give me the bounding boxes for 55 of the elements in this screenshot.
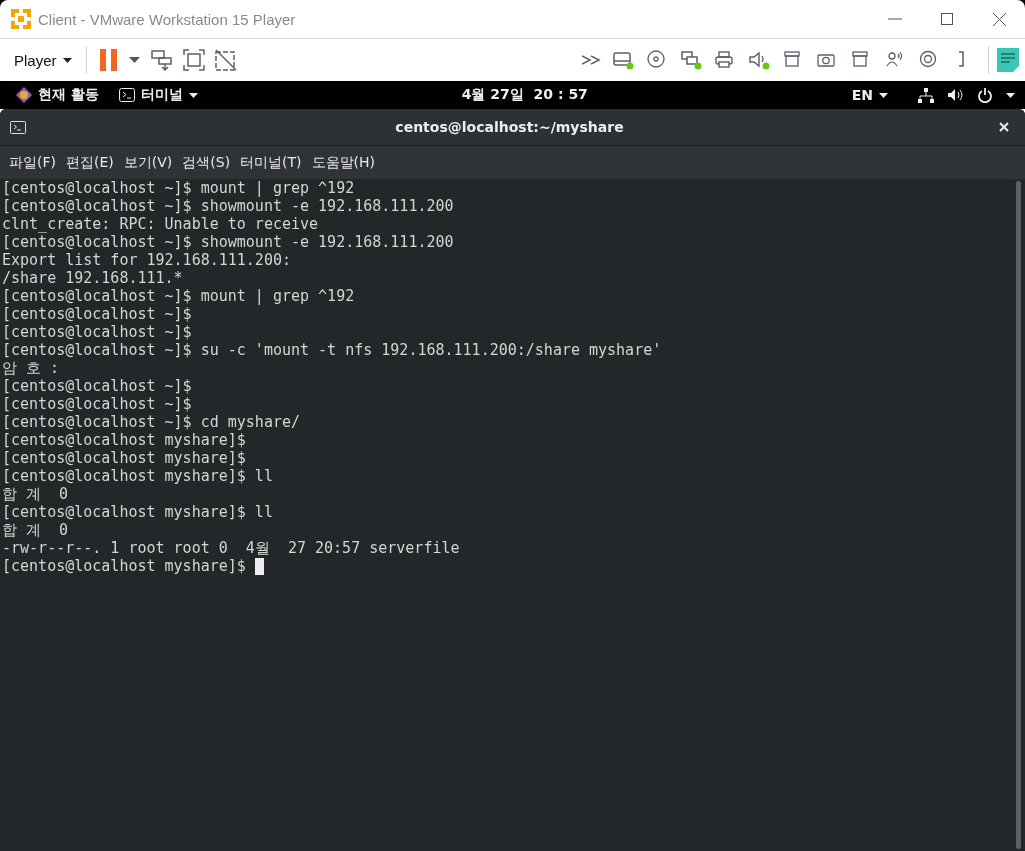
- terminal-line: /share 192.168.111.*: [2, 269, 183, 287]
- terminal-line: [centos@localhost ~]$: [2, 323, 192, 341]
- menu-item[interactable]: 편집(E): [61, 153, 119, 172]
- network-icon[interactable]: [918, 87, 934, 103]
- power-icon[interactable]: [978, 87, 992, 103]
- terminal-title: centos@localhost:~/myshare: [395, 119, 624, 135]
- terminal-line: [centos@localhost ~]$ su -c 'mount -t nfs 192.168.111.200:/share myshare': [2, 341, 662, 359]
- speaker-icon[interactable]: [747, 49, 771, 71]
- terminal-line: [centos@localhost ~]$: [2, 305, 192, 323]
- terminal-line: -rw-r--r--. 1 root root 0 4월 27 20:57 serverfile: [2, 539, 460, 557]
- menu-item[interactable]: 보기(V): [118, 153, 178, 172]
- maximize-icon[interactable]: [941, 13, 953, 25]
- terminal-line: [centos@localhost myshare]$: [2, 557, 246, 575]
- terminal-line: [centos@localhost myshare]$: [2, 431, 246, 449]
- language-menu-button[interactable]: EN: [845, 87, 894, 103]
- caret-icon[interactable]: [128, 57, 140, 63]
- terminal-line: [centos@localhost ~]$ showmount -e 192.168.111.200: [2, 197, 454, 215]
- terminal-line: [centos@localhost ~]$ mount | grep ^192: [2, 287, 355, 305]
- app-logo-icon: [10, 8, 32, 30]
- caret-icon[interactable]: [62, 57, 72, 63]
- terminal-line: [centos@localhost ~]$ cd myshare/: [2, 413, 300, 431]
- terminal-icon: [10, 120, 26, 134]
- app-menu-button[interactable]: 터미널: [112, 86, 204, 104]
- terminal-line: [centos@localhost ~]$: [2, 395, 192, 413]
- activities-button[interactable]: 현재 활동: [10, 86, 105, 104]
- menu-item[interactable]: 도움말(H): [306, 153, 381, 172]
- menu-item[interactable]: 파일(F): [4, 153, 61, 172]
- flower-logo-icon[interactable]: [16, 87, 32, 103]
- terminal-line: 암 호 :: [2, 359, 60, 377]
- terminal-line: [centos@localhost ~]$ mount | grep ^192: [2, 179, 355, 197]
- double-chevron-icon[interactable]: [582, 55, 602, 65]
- player-menu-button[interactable]: Player: [8, 47, 78, 73]
- close-icon[interactable]: [992, 12, 1006, 26]
- terminal-line: [centos@localhost myshare]$ ll: [2, 503, 273, 521]
- monitors-icon[interactable]: [679, 49, 703, 71]
- terminal-icon[interactable]: [118, 88, 135, 102]
- menu-item[interactable]: 터미널(T): [235, 153, 307, 172]
- caret-icon[interactable]: [879, 92, 888, 98]
- terminal-line: Export list for 192.168.111.200:: [2, 251, 291, 269]
- caret-icon[interactable]: [188, 92, 198, 98]
- terminal-line: 합 계 0: [2, 521, 69, 539]
- terminal-line: [centos@localhost myshare]$ ll: [2, 467, 273, 485]
- window-title: Client - VMware Workstation 15 Player: [38, 10, 297, 28]
- menu-item[interactable]: 검색(S): [177, 153, 236, 172]
- terminal-line: [centos@localhost ~]$: [2, 377, 192, 395]
- clock[interactable]: 4월 27일 20 : 57: [461, 86, 588, 102]
- caret-icon[interactable]: [1006, 92, 1015, 98]
- drive-icon[interactable]: [611, 49, 635, 71]
- terminal-line: clnt_create: RPC: Unable to receive: [2, 215, 319, 233]
- scrollbar-thumb[interactable]: [1015, 181, 1021, 849]
- terminal-line: [centos@localhost ~]$ showmount -e 192.168.111.200: [2, 233, 454, 251]
- note-icon[interactable]: [997, 48, 1019, 72]
- terminal-line: [centos@localhost myshare]$: [2, 449, 246, 467]
- terminal-line: 합 계 0: [2, 485, 69, 503]
- volume-icon[interactable]: [948, 88, 964, 102]
